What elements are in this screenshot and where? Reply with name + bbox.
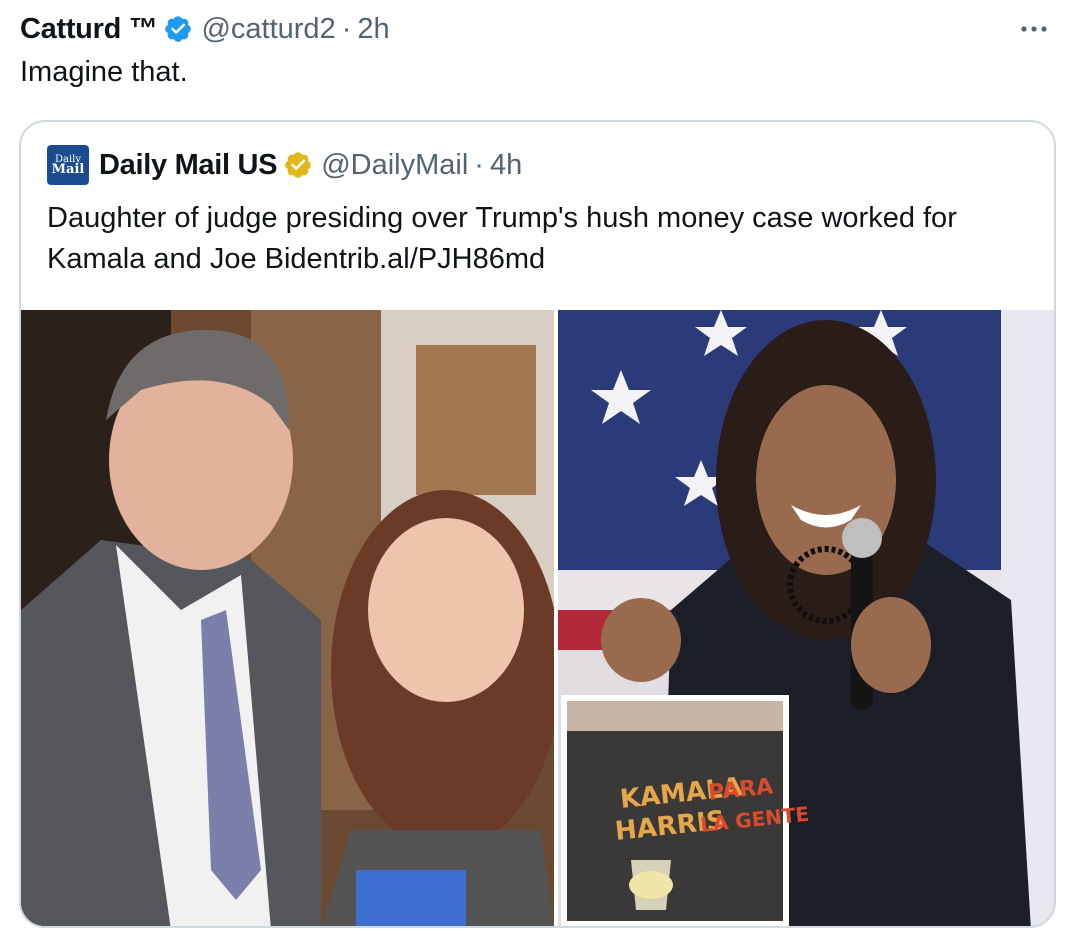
author-handle[interactable]: @catturd2	[201, 13, 335, 46]
quoted-media[interactable]: KAMALA HARRIS PARA LA GENTE	[21, 310, 1054, 928]
inset-photo-tshirt[interactable]: KAMALA HARRIS PARA LA GENTE	[561, 695, 810, 927]
author-name[interactable]: Catturd ™	[20, 13, 158, 46]
quoted-timestamp[interactable]: 4h	[490, 149, 522, 182]
quoted-author-name[interactable]: Daily Mail US	[99, 149, 278, 182]
photo-judge-and-daughter[interactable]	[21, 310, 561, 928]
verified-badge-icon	[165, 16, 192, 42]
separator-dot: ·	[341, 12, 352, 45]
separator-dot: ·	[474, 148, 484, 181]
timestamp[interactable]: 2h	[357, 13, 389, 46]
more-horizontal-icon[interactable]	[1018, 14, 1050, 44]
tweet-text: Imagine that.	[20, 56, 188, 88]
avatar-text-mid: Mail	[51, 162, 85, 177]
quoted-author-handle[interactable]: @DailyMail	[321, 149, 468, 182]
quoted-tweet-text: Daughter of judge presiding over Trump's…	[47, 198, 1027, 280]
tweet-header: Catturd ™ @catturd2 · 2h	[20, 12, 390, 46]
quoted-tweet-card[interactable]: Daily Mail Daily Mail US @DailyMail · 4h…	[19, 120, 1056, 928]
article-link[interactable]: trib.al/PJH86md	[339, 243, 545, 275]
quoted-tweet-header: Daily Mail Daily Mail US @DailyMail · 4h	[47, 145, 522, 185]
avatar[interactable]: Daily Mail	[47, 145, 89, 185]
gold-verified-badge-icon	[285, 152, 312, 178]
